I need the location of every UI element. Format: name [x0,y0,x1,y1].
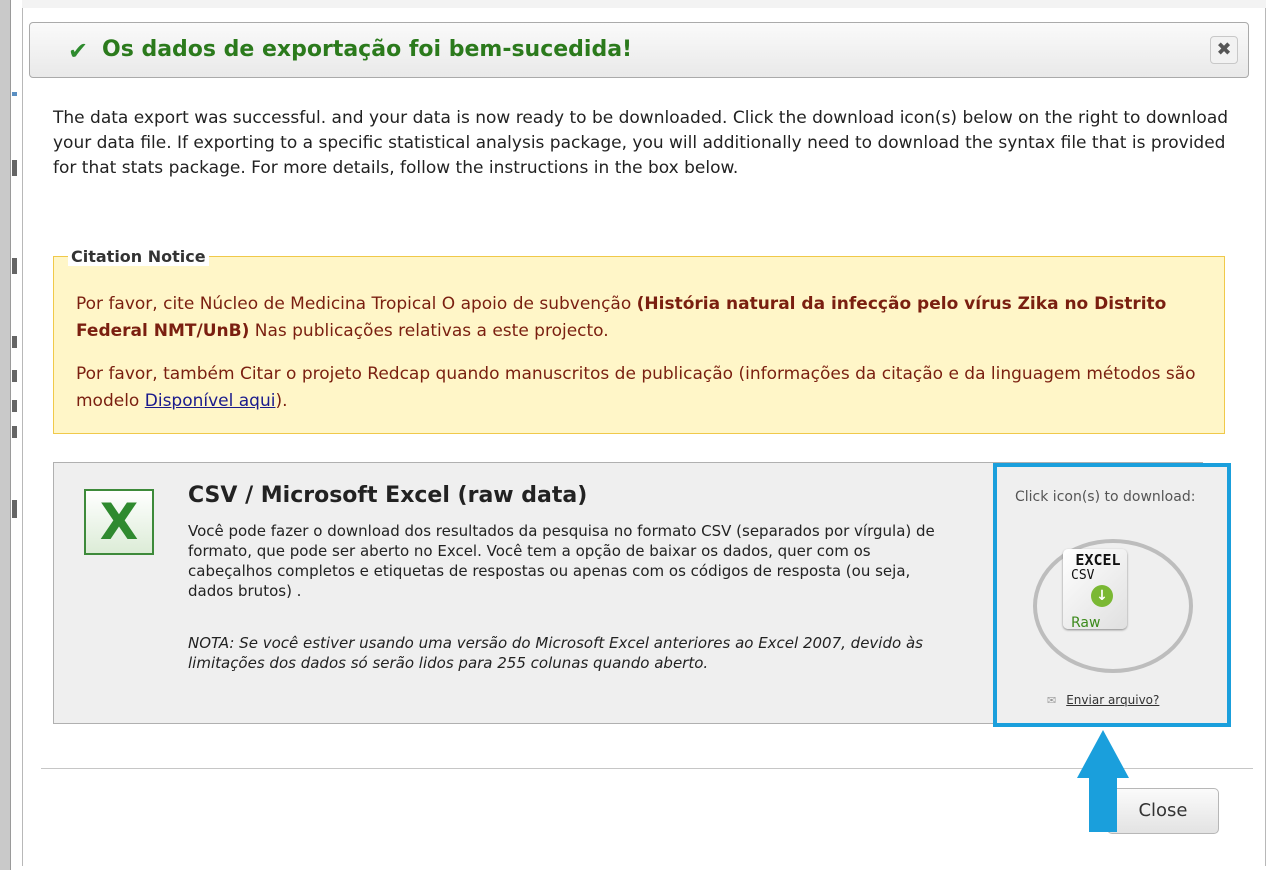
send-file-link[interactable]: Enviar arquivo? [1066,693,1159,707]
download-arrow-icon: ↓ [1091,585,1113,607]
background-mark [12,426,17,438]
download-icon-csv-text: CSV [1071,568,1095,583]
citation-text: Por favor, cite Núcleo de Medicina Tropi… [76,294,637,314]
background-mark [12,400,17,412]
citation-notice-box: Citation Notice Por favor, cite Núcleo d… [53,247,1225,434]
citation-text: Nas publicações relativas a este project… [249,321,609,341]
download-panel: Click icon(s) to download: EXCEL CSV ↓ R… [993,463,1231,727]
citation-paragraph-2: Por favor, também Citar o projeto Redcap… [76,361,1206,415]
excel-icon: X [84,489,154,555]
background-mark [12,500,17,518]
background-page-edge [0,0,23,870]
background-mark [12,336,17,348]
footer-divider [41,768,1253,769]
up-arrow-icon [1077,730,1129,778]
citation-legend: Citation Notice [68,247,209,266]
background-mark [12,258,17,274]
format-description: Você pode fazer o download dos resultado… [188,522,935,600]
citation-paragraph-1: Por favor, cite Núcleo de Medicina Tropi… [76,291,1206,345]
export-success-message: The data export was successful. and your… [53,108,1229,178]
send-file-row: ✉ Enviar arquivo? [1047,693,1159,707]
check-icon: ✔ [68,37,89,65]
download-instruction: Click icon(s) to download: [1015,489,1196,505]
background-mark [12,370,17,382]
download-icon-excel-text: EXCEL [1075,551,1121,569]
close-button[interactable]: Close [1107,788,1219,834]
download-icon-raw-text: Raw [1071,615,1101,631]
background-mark [12,160,17,176]
export-success-dialog: ✔ Os dados de exportação foi bem-sucedid… [22,8,1266,866]
dialog-close-icon[interactable]: ✖ [1210,36,1238,64]
background-mark [12,92,17,96]
envelope-icon: ✉ [1047,694,1057,707]
format-note: NOTA: Se você estiver usando uma versão … [188,634,923,672]
format-title: CSV / Microsoft Excel (raw data) [188,483,588,508]
citation-available-link[interactable]: Disponível aqui [145,391,276,411]
dialog-titlebar: ✔ Os dados de exportação foi bem-sucedid… [29,22,1249,78]
up-arrow-shaft [1089,776,1117,832]
dialog-title: Os dados de exportação foi bem-sucedida! [102,37,633,62]
citation-text: ). [275,391,288,411]
